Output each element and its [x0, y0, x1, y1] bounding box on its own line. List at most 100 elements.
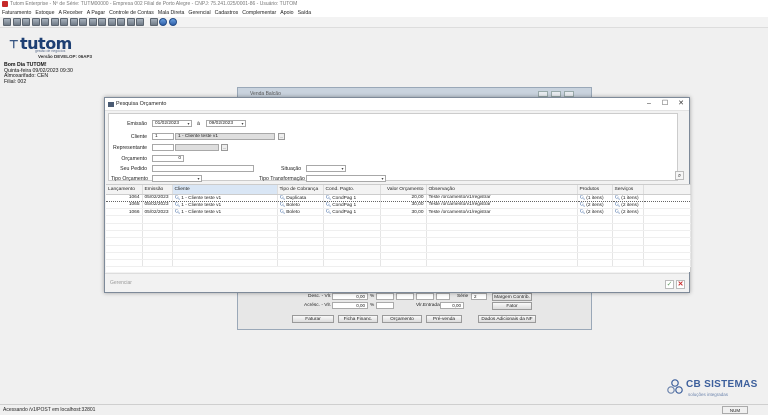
- search-icon[interactable]: 🔍︎: [580, 195, 586, 200]
- col-cond-pagto[interactable]: Cond. Pagto.: [323, 185, 381, 195]
- seu-pedido-field[interactable]: [152, 165, 254, 172]
- tipo-transformacao-select[interactable]: ▾: [306, 175, 386, 182]
- margem-contrib-button[interactable]: Margem Contrib.: [492, 293, 532, 301]
- toolbar-button-15[interactable]: [136, 18, 144, 26]
- menu-complementar[interactable]: Complementar: [242, 10, 276, 16]
- desc-value-field[interactable]: 0,00: [332, 293, 368, 300]
- desc-extra-field-1[interactable]: [396, 293, 414, 300]
- calendar-dropdown-icon[interactable]: ▾: [186, 121, 191, 126]
- col-observacao[interactable]: Observação: [426, 185, 578, 195]
- toolbar-button-11[interactable]: [98, 18, 106, 26]
- toolbar-button-13[interactable]: [117, 18, 125, 26]
- menu-estoque[interactable]: Estoque: [35, 10, 54, 16]
- search-icon[interactable]: 🔍︎: [326, 209, 332, 214]
- pre-venda-button[interactable]: Pré-venda: [426, 315, 462, 323]
- toolbar-button-10[interactable]: [88, 18, 97, 26]
- emissao-from-field[interactable]: 01/02/2023 ▾: [152, 120, 192, 127]
- orcamento-field[interactable]: 0: [152, 155, 184, 162]
- menu-faturamento[interactable]: Faturamento: [2, 10, 31, 16]
- menu-gerencial[interactable]: Gerencial: [188, 10, 210, 16]
- table-row[interactable]: 1064 05/02/2023 🔍︎1 - Cliente teste v1 🔍…: [106, 193, 691, 202]
- table-row-empty: [106, 230, 691, 239]
- menu-cadastros[interactable]: Cadastros: [215, 10, 239, 16]
- col-servicos[interactable]: Serviços: [612, 185, 644, 195]
- menu-apoio[interactable]: Apoio: [280, 10, 293, 16]
- acresc-value-field[interactable]: 0,00: [332, 302, 368, 309]
- emissao-to-field[interactable]: 09/02/2023 ▾: [206, 120, 246, 127]
- toolbar-button-7[interactable]: [60, 18, 68, 26]
- acresc-pct-field[interactable]: [376, 302, 394, 309]
- desc-pct-field[interactable]: [376, 293, 394, 300]
- gerenciar-button[interactable]: Gerenciar: [110, 280, 132, 286]
- menu-mala-direta[interactable]: Mala Direta: [158, 10, 185, 16]
- representante-lookup-button[interactable]: ...: [221, 144, 228, 151]
- menu-a-pagar[interactable]: A Pagar: [87, 10, 105, 16]
- cliente-lookup-button[interactable]: ...: [278, 133, 285, 140]
- refresh-icon[interactable]: [159, 18, 167, 26]
- user-icon[interactable]: [168, 18, 177, 26]
- orcamento-button[interactable]: Orçamento: [382, 315, 422, 323]
- welcome-panel: Bom Dia TUTOM! Quinta-feira 09/02/2023 0…: [4, 62, 73, 85]
- toolbar-button-5[interactable]: [41, 18, 49, 26]
- search-icon[interactable]: 🔍︎: [280, 202, 286, 207]
- search-icon[interactable]: 🔍︎: [326, 202, 332, 207]
- ficha-financ-button[interactable]: Ficha Financ.: [338, 315, 378, 323]
- toolbar-button-8[interactable]: [69, 18, 78, 26]
- menu-a-receber[interactable]: A Receber: [58, 10, 82, 16]
- dados-adicionais-button[interactable]: Dados Adicionais da NF: [478, 315, 536, 323]
- search-icon[interactable]: 🔍︎: [280, 195, 286, 200]
- desc-extra-field-3[interactable]: [436, 293, 450, 300]
- fator-button[interactable]: Fator: [492, 302, 532, 310]
- minimize-icon[interactable]: –: [641, 98, 657, 111]
- window-title: Tutom Enterprise - Nº de Série: TUTM0000…: [10, 1, 298, 7]
- search-icon[interactable]: 🔍︎: [175, 202, 181, 207]
- table-row[interactable]: 1066 05/02/2023 🔍︎1 - Cliente teste v1 🔍…: [106, 208, 691, 217]
- entrada-field[interactable]: 0,00: [440, 302, 464, 309]
- tipo-orcamento-select[interactable]: ▾: [152, 175, 202, 182]
- cliente-code-field[interactable]: 1: [152, 133, 174, 140]
- calendar-dropdown-icon[interactable]: ▾: [240, 121, 245, 126]
- col-valor-orcamento[interactable]: Valor Orçamento: [380, 185, 427, 195]
- cb-sistemas-logo: CB SISTEMAS soluções integradas: [666, 378, 766, 400]
- toolbar-button-3[interactable]: [22, 18, 30, 26]
- search-icon[interactable]: 🔍︎: [280, 209, 286, 214]
- toolbar-button-2[interactable]: [12, 18, 21, 26]
- col-tipo-cobranca[interactable]: Tipo de Cobrança: [277, 185, 324, 195]
- search-icon[interactable]: 🔍︎: [580, 209, 586, 214]
- toolbar-button-12[interactable]: [107, 18, 116, 26]
- close-icon[interactable]: ✕: [673, 98, 689, 111]
- filter-panel: Emissão 01/02/2023 ▾ à 09/02/2023 ▾ Clie…: [108, 113, 678, 182]
- toolbar-button-14[interactable]: [126, 18, 135, 26]
- situacao-select[interactable]: ▾: [306, 165, 346, 172]
- toolbar-button-1[interactable]: [3, 18, 11, 26]
- cancel-button[interactable]: ✕: [676, 280, 685, 289]
- search-icon: ⌕: [677, 173, 682, 179]
- col-cliente[interactable]: Cliente: [172, 185, 278, 195]
- search-icon[interactable]: 🔍︎: [615, 202, 621, 207]
- search-icon[interactable]: 🔍︎: [615, 195, 621, 200]
- menu-saida[interactable]: Saída: [298, 10, 312, 16]
- search-icon[interactable]: 🔍︎: [175, 209, 181, 214]
- representante-code-field[interactable]: [152, 144, 174, 151]
- faturar-button[interactable]: Faturar: [292, 315, 334, 323]
- table-row[interactable]: 1065 05/02/2023 🔍︎1 - Cliente teste v1 🔍…: [106, 201, 691, 210]
- search-icon[interactable]: 🔍︎: [175, 195, 181, 200]
- col-lancamento[interactable]: Lançamento: [106, 185, 143, 195]
- desc-extra-field-2[interactable]: [416, 293, 434, 300]
- confirm-button[interactable]: ✓: [665, 280, 674, 289]
- search-button[interactable]: ⌕: [675, 171, 684, 180]
- col-emissao[interactable]: Emissão: [142, 185, 173, 195]
- toolbar-button-6[interactable]: [50, 18, 59, 26]
- menu-controle-contas[interactable]: Controle de Contas: [109, 10, 154, 16]
- search-icon[interactable]: 🔍︎: [326, 195, 332, 200]
- search-icon[interactable]: 🔍︎: [615, 209, 621, 214]
- serie-select[interactable]: 2: [471, 293, 487, 300]
- toolbar-button-9[interactable]: [79, 18, 87, 26]
- col-produtos[interactable]: Produtos: [577, 185, 613, 195]
- maximize-icon[interactable]: ☐: [657, 98, 673, 111]
- search-icon[interactable]: 🔍︎: [580, 202, 586, 207]
- chevron-down-icon: ▾: [381, 176, 384, 181]
- representante-label: Representante: [113, 145, 148, 151]
- toolbar-button-16[interactable]: [149, 18, 158, 26]
- toolbar-button-4[interactable]: [31, 18, 40, 26]
